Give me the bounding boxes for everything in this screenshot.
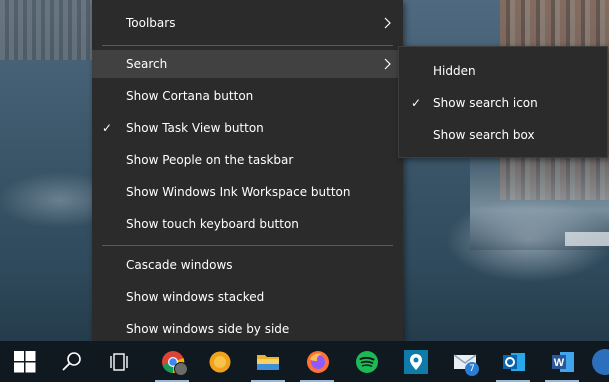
taskbar-spotify[interactable]	[343, 341, 389, 382]
menu-item-label: Show Windows Ink Workspace button	[126, 185, 351, 199]
menu-item-label: Cascade windows	[126, 258, 233, 272]
taskbar-search-button[interactable]	[48, 341, 94, 382]
start-button[interactable]	[0, 341, 46, 382]
taskbar-outlook[interactable]	[490, 341, 536, 382]
app-icon-orange	[209, 351, 231, 373]
taskbar-mail[interactable]: 7	[441, 341, 487, 382]
taskbar-app-orange[interactable]	[197, 341, 243, 382]
file-explorer-icon	[257, 355, 279, 370]
chrome-profile-avatar	[174, 362, 188, 376]
chevron-right-icon	[384, 17, 391, 29]
menu-item-windows-side-by-side[interactable]: Show windows side by side	[92, 315, 403, 343]
wallpaper-pier	[565, 232, 609, 246]
maps-icon	[404, 350, 428, 374]
word-icon: W	[552, 352, 574, 372]
taskbar-maps[interactable]	[392, 341, 438, 382]
submenu-item-show-search-box[interactable]: Show search box	[399, 121, 607, 149]
taskbar-context-menu: Toolbars Search Show Cortana button ✓ Sh…	[92, 0, 403, 341]
menu-item-label: Show People on the taskbar	[126, 153, 294, 167]
taskbar-chrome[interactable]	[149, 341, 195, 382]
checkmark-icon: ✓	[102, 121, 113, 135]
menu-item-label: Show Cortana button	[126, 89, 254, 103]
submenu-item-label: Show search icon	[433, 96, 538, 110]
chevron-right-icon	[384, 58, 391, 70]
menu-item-label: Show touch keyboard button	[126, 217, 299, 231]
menu-separator	[102, 245, 393, 246]
word-icon-letter: W	[554, 357, 565, 369]
submenu-item-label: Show search box	[433, 128, 535, 142]
checkmark-icon: ✓	[411, 96, 422, 110]
menu-item-show-people[interactable]: Show People on the taskbar	[92, 146, 403, 174]
taskbar-file-explorer[interactable]	[245, 341, 291, 382]
menu-item-cascade-windows[interactable]: Cascade windows	[92, 251, 403, 279]
taskbar-word[interactable]: W	[539, 341, 585, 382]
menu-item-show-task-view[interactable]: ✓ Show Task View button	[92, 114, 403, 142]
menu-item-label: Show windows stacked	[126, 290, 265, 304]
firefox-icon	[307, 351, 329, 373]
submenu-item-label: Hidden	[433, 64, 476, 78]
menu-item-label: Show Task View button	[126, 121, 264, 135]
search-submenu: Hidden ✓ Show search icon Show search bo…	[398, 46, 608, 158]
menu-item-label: Show windows side by side	[126, 322, 290, 336]
spotify-icon	[356, 351, 378, 373]
menu-item-show-ink-workspace[interactable]: Show Windows Ink Workspace button	[92, 178, 403, 206]
menu-item-windows-stacked[interactable]: Show windows stacked	[92, 283, 403, 311]
windows-start-icon	[14, 351, 36, 373]
taskbar-app-partial[interactable]	[592, 349, 609, 375]
task-view-button[interactable]	[96, 341, 142, 382]
mail-unread-badge: 7	[465, 362, 479, 376]
task-view-icon	[110, 353, 128, 371]
search-icon	[62, 352, 81, 371]
menu-item-search[interactable]: Search	[92, 50, 403, 78]
partial-app-icon	[592, 349, 609, 375]
menu-item-label: Toolbars	[126, 16, 176, 30]
menu-item-show-cortana[interactable]: Show Cortana button	[92, 82, 403, 110]
menu-item-show-touch-keyboard[interactable]: Show touch keyboard button	[92, 210, 403, 238]
submenu-item-show-search-icon[interactable]: ✓ Show search icon	[399, 89, 607, 117]
menu-separator	[102, 45, 393, 46]
menu-item-label: Search	[126, 57, 168, 71]
wallpaper-skyline-left	[0, 0, 92, 60]
outlook-icon	[503, 353, 525, 371]
submenu-item-hidden[interactable]: Hidden	[399, 57, 607, 85]
taskbar: 7 W	[0, 341, 609, 382]
menu-item-toolbars[interactable]: Toolbars	[92, 9, 403, 37]
taskbar-firefox[interactable]	[294, 341, 340, 382]
